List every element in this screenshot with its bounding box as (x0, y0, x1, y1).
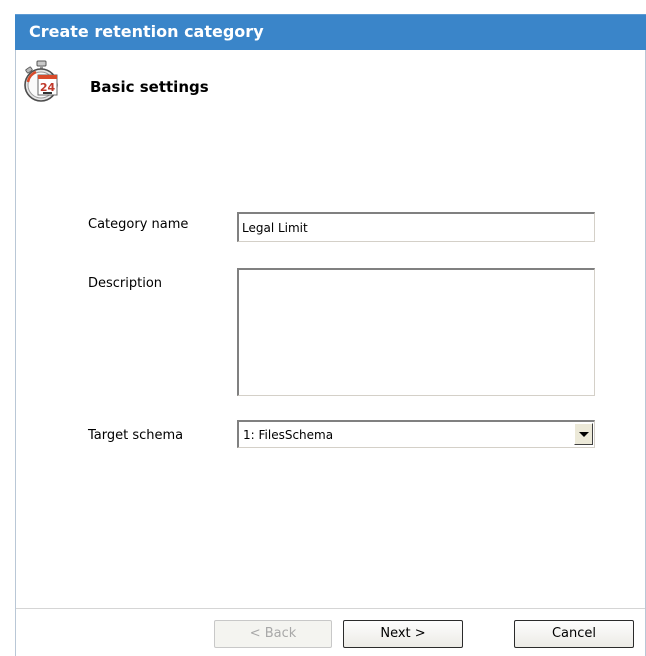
category-name-label: Category name (88, 217, 189, 232)
description-label: Description (88, 276, 163, 291)
target-schema-select[interactable]: 1: FilesSchema (237, 420, 595, 448)
create-retention-category-dialog: Create retention category 24 Basic setti… (0, 0, 646, 656)
footer-divider (16, 608, 645, 609)
target-schema-label: Target schema (88, 428, 184, 443)
description-field[interactable] (237, 268, 595, 396)
back-button[interactable]: < Back (214, 620, 332, 648)
chevron-down-icon (579, 432, 589, 437)
target-schema-value: 1: FilesSchema (243, 428, 334, 442)
section-title: Basic settings (90, 78, 209, 96)
category-name-field[interactable] (237, 212, 595, 242)
title-bar: Create retention category (15, 14, 646, 50)
cancel-button[interactable]: Cancel (514, 620, 634, 648)
dialog-title: Create retention category (29, 22, 264, 41)
stopwatch-24-icon: 24 (22, 60, 62, 104)
next-button[interactable]: Next > (343, 620, 463, 648)
dropdown-arrow-button[interactable] (574, 423, 593, 445)
